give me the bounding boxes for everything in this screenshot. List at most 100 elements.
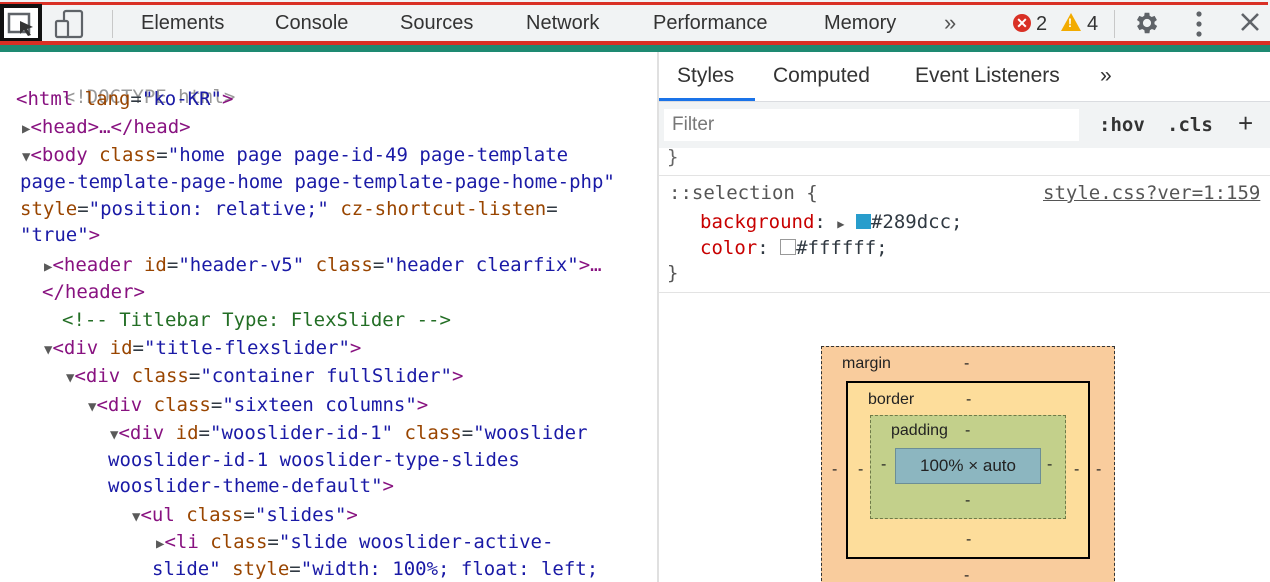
warning-mark: ! — [1068, 16, 1072, 30]
attr-value: wooslider-id-1 wooslider-type-slides — [108, 449, 520, 471]
tag-name: <div — [96, 394, 143, 416]
border-top-value[interactable]: - — [966, 391, 971, 409]
styles-filter-input[interactable] — [664, 109, 1079, 141]
styles-filter-bar: :hov .cls + — [659, 102, 1270, 148]
error-count[interactable]: 2 — [1036, 13, 1047, 36]
attr-value: "sixteen columns" — [222, 394, 417, 416]
inspect-cursor-icon — [7, 12, 33, 36]
comment-node[interactable]: <!-- Titlebar Type: FlexSlider --> — [62, 307, 451, 333]
toolbar-separator — [1114, 10, 1115, 38]
margin-top-value[interactable]: - — [964, 355, 969, 373]
padding-bottom-value[interactable]: - — [965, 492, 970, 510]
tag-name: <body — [30, 144, 88, 166]
property-value[interactable]: #ffffff; — [796, 237, 888, 259]
more-options-icon[interactable] — [1192, 10, 1206, 38]
attr-name: class — [186, 504, 244, 526]
li-slide-cont: slide" style="width: 100%; float: left; — [152, 558, 599, 580]
tab-performance[interactable]: Performance — [653, 12, 768, 35]
attr-name: lang — [84, 88, 131, 110]
attr-value: "container fullSlider" — [200, 365, 452, 387]
rule-separator — [659, 292, 1270, 293]
li-slide-node[interactable]: ▶<li class="slide wooslider-active- — [156, 529, 553, 557]
tag-name: <html — [16, 88, 74, 110]
attr-name: class — [210, 531, 268, 553]
device-toolbar-button[interactable] — [50, 9, 90, 39]
more-sidebar-tabs-button[interactable]: » — [1100, 64, 1112, 88]
padding-left-value[interactable]: - — [881, 456, 886, 474]
attr-name: class — [131, 365, 189, 387]
div-columns-node[interactable]: ▼<div class="sixteen columns"> — [88, 392, 428, 420]
device-mode-icon — [54, 9, 84, 39]
margin-left-value[interactable]: - — [832, 461, 837, 479]
more-tabs-button[interactable]: » — [944, 10, 956, 36]
css-property-background[interactable]: background: ▶ #289dcc; — [700, 211, 963, 233]
style-source-link[interactable]: style.css?ver=1:159 — [1043, 182, 1260, 204]
box-model-padding[interactable]: padding - - - - 100% × auto — [870, 415, 1066, 519]
html-node[interactable]: <html lang="ko-KR"> — [16, 86, 233, 112]
tag-name: <header — [52, 254, 133, 276]
color-swatch[interactable] — [855, 214, 871, 229]
body-node[interactable]: ▼<body class="home page page-id-49 page-… — [22, 142, 568, 170]
padding-label: padding — [891, 422, 948, 439]
warning-count[interactable]: 4 — [1087, 13, 1098, 36]
property-name: color — [700, 237, 758, 259]
border-left-value[interactable]: - — [858, 461, 863, 479]
tab-styles[interactable]: Styles — [677, 64, 734, 88]
border-right-value[interactable]: - — [1074, 461, 1079, 479]
padding-top-value[interactable]: - — [965, 422, 970, 440]
body-node-cont: "true"> — [20, 224, 101, 246]
attr-value: "header-v5" — [178, 254, 305, 276]
attr-value: "slide wooslider-active- — [278, 531, 554, 553]
rule-separator — [659, 175, 1270, 176]
head-node[interactable]: ▶<head>…</head> — [22, 114, 191, 142]
attr-value: "slides" — [254, 504, 347, 526]
attr-name: class — [99, 144, 157, 166]
prev-rule-close: } — [667, 146, 679, 168]
tab-elements[interactable]: Elements — [141, 12, 224, 35]
margin-label: margin — [842, 355, 891, 372]
expand-triangle-icon[interactable]: ▶ — [837, 217, 844, 231]
error-icon[interactable]: ✕ — [1013, 14, 1031, 32]
attr-value: "ko-KR" — [141, 88, 222, 110]
settings-gear-icon[interactable] — [1133, 9, 1161, 37]
tab-event-listeners[interactable]: Event Listeners — [915, 64, 1060, 88]
close-devtools-icon[interactable] — [1239, 11, 1261, 33]
tag-name: <div — [74, 365, 121, 387]
tab-memory[interactable]: Memory — [824, 12, 896, 35]
inspect-element-button[interactable] — [0, 4, 42, 42]
toolbar-separator — [112, 10, 113, 38]
div-wooslider-node[interactable]: ▼<div id="wooslider-id-1" class="wooslid… — [110, 420, 588, 448]
tab-network[interactable]: Network — [526, 12, 599, 35]
tab-sources[interactable]: Sources — [400, 12, 473, 35]
tab-computed[interactable]: Computed — [773, 64, 870, 88]
box-model-margin[interactable]: margin - - - - border - - - - padding - … — [821, 346, 1115, 582]
border-bottom-value[interactable]: - — [966, 531, 971, 549]
attr-name: id — [143, 254, 167, 276]
margin-right-value[interactable]: - — [1096, 461, 1101, 479]
tab-console[interactable]: Console — [275, 12, 348, 35]
padding-right-value[interactable]: - — [1047, 456, 1052, 474]
box-model-content[interactable]: 100% × auto — [895, 448, 1041, 484]
div-container-node[interactable]: ▼<div class="container fullSlider"> — [66, 363, 463, 391]
tag-name: >… — [578, 254, 602, 276]
selection-selector[interactable]: ::selection { — [669, 182, 818, 204]
attr-name: style — [20, 198, 78, 220]
ul-slides-node[interactable]: ▼<ul class="slides"> — [132, 502, 358, 530]
rule-close: } — [667, 262, 679, 284]
div-wooslider-cont: wooslider-theme-default"> — [108, 475, 394, 497]
new-style-rule-button[interactable]: + — [1238, 108, 1253, 139]
class-toggle[interactable]: .cls — [1167, 114, 1213, 136]
margin-bottom-value[interactable]: - — [964, 567, 969, 582]
box-model-border[interactable]: border - - - - padding - - - - 100% × au… — [846, 381, 1090, 559]
css-property-color[interactable]: color: #ffffff; — [700, 237, 888, 259]
header-node[interactable]: ▶<header id="header-v5" class="header cl… — [44, 252, 602, 280]
property-value[interactable]: #289dcc; — [871, 211, 963, 233]
border-label: border — [868, 391, 915, 408]
color-swatch[interactable] — [780, 239, 797, 255]
toolbar-top-border — [0, 2, 1268, 5]
elements-dom-tree[interactable]: <!DOCTYPE html> <html lang="ko-KR"> ▶<he… — [0, 52, 657, 582]
attr-value: page-template-page-home page-template-pa… — [20, 171, 615, 193]
div-flexslider-node[interactable]: ▼<div id="title-flexslider"> — [44, 335, 361, 363]
attr-name: class — [153, 394, 211, 416]
hover-state-toggle[interactable]: :hov — [1099, 114, 1145, 136]
